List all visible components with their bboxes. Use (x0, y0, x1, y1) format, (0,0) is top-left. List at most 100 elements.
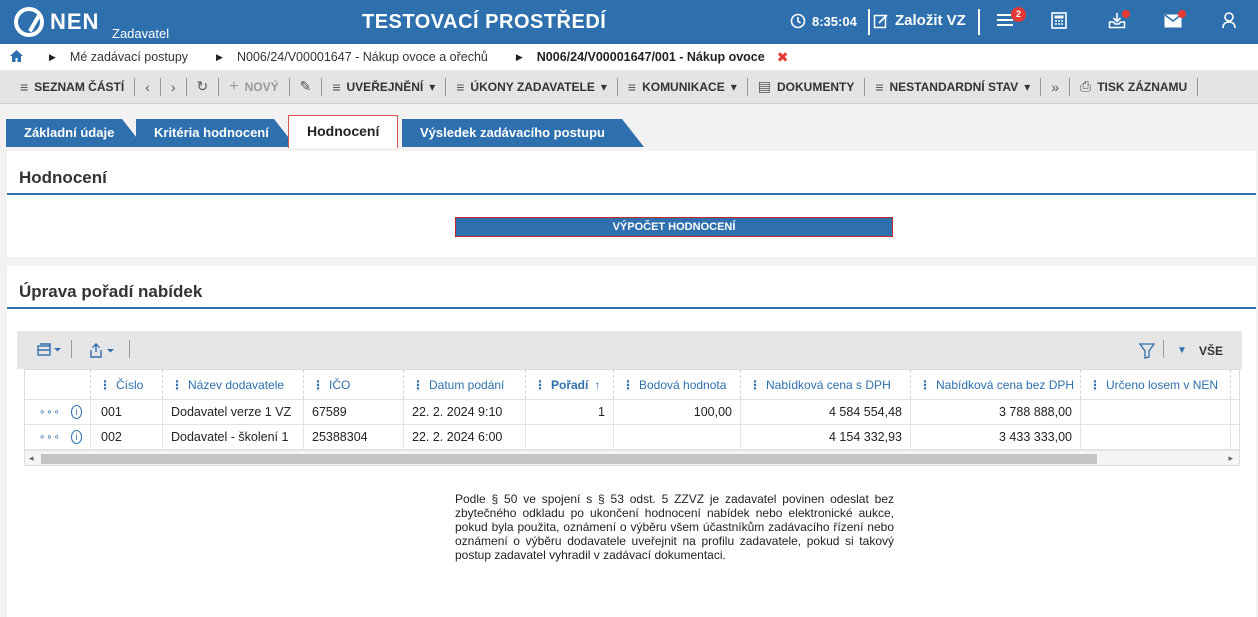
tab-procedure-result[interactable]: Výsledek zadávacího postupu (402, 119, 644, 147)
chevron-right-icon: › (170, 78, 176, 95)
column-header-rank[interactable]: ⋮ Pořadí ↑ (526, 370, 614, 399)
breadcrumb-item-procurement[interactable]: N006/24/V00001647 - Nákup ovoce a ořechů (237, 50, 488, 64)
more-button[interactable]: » (1043, 79, 1067, 95)
cell-rank[interactable] (526, 425, 614, 449)
panel-divider (7, 193, 1256, 195)
scrollbar-thumb[interactable] (41, 454, 1097, 464)
clock-time: 8:35:04 (812, 13, 857, 29)
tab-basic-info[interactable]: Základní údaje (6, 119, 144, 147)
communication-menu[interactable]: ≡ KOMUNIKACE ▾ (620, 79, 745, 95)
tab-evaluation-criteria[interactable]: Kritéria hodnocení (136, 119, 296, 147)
divider (1069, 77, 1071, 96)
divider (746, 77, 748, 96)
dropdown-arrow-icon: ▾ (429, 79, 436, 94)
next-button[interactable]: › (163, 79, 184, 95)
create-vz-button[interactable]: Založit VZ (873, 12, 966, 29)
divider (616, 77, 618, 96)
table-row[interactable]: ∘∘∘ i 002 Dodavatel - školení 1 25388304… (25, 425, 1239, 450)
more-icon[interactable]: ∘∘∘ (39, 432, 61, 443)
offers-table: ⋮ Číslo ⋮ Název dodavatele ⋮ IČO ⋮ Datum pod… (24, 369, 1240, 466)
cell-date: 22. 2. 2024 9:10 (404, 400, 526, 424)
table-header: ⋮ Číslo ⋮ Název dodavatele ⋮ IČO ⋮ Datum pod… (25, 370, 1239, 400)
column-header-score[interactable]: ⋮ Bodová hodnota (614, 370, 741, 399)
filter-dropdown-arrow-icon[interactable]: ▼ (1177, 345, 1187, 356)
chevron-left-icon: ‹ (145, 78, 150, 95)
new-label: NOVÝ (244, 79, 279, 94)
publish-label: UVEŘEJNĚNÍ (346, 79, 424, 94)
info-icon[interactable]: i (70, 430, 82, 444)
divider (1163, 340, 1164, 358)
column-header-price-vat[interactable]: ⋮ Nabídková cena s DPH (741, 370, 911, 399)
export-icon[interactable] (89, 343, 119, 361)
actions-icon: ≡ (332, 78, 341, 95)
actions-icon: ≡ (456, 78, 465, 95)
more-icon[interactable]: ∘∘∘ (39, 407, 61, 418)
legal-notice: Podle § 50 ve spojení s § 53 odst. 5 ZZV… (455, 492, 894, 562)
cell-price-novat: 3 788 888,00 (911, 400, 1081, 424)
cell-rank[interactable]: 1 (526, 400, 614, 424)
nonstandard-state-menu[interactable]: ≡ NESTANDARDNÍ STAV ▾ (867, 79, 1038, 95)
calculate-evaluation-button[interactable]: VÝPOČET HODNOCENÍ (455, 217, 893, 237)
filter-all-label[interactable]: VŠE (1199, 344, 1223, 358)
edit-button[interactable]: ✎ (292, 78, 320, 95)
actions-icon: ≡ (875, 78, 884, 95)
cell-lot (1081, 425, 1231, 449)
tab-evaluation[interactable]: Hodnocení (288, 115, 399, 148)
column-header-number[interactable]: ⋮ Číslo (91, 370, 163, 399)
printer-icon: ⎙ (1080, 78, 1092, 94)
cell-score: 100,00 (614, 400, 741, 424)
column-header-actions (25, 370, 91, 399)
close-icon[interactable]: ✖ (777, 49, 789, 66)
horizontal-scrollbar[interactable]: ◂ ▸ (25, 450, 1239, 465)
authority-actions-menu[interactable]: ≡ ÚKONY ZADAVATELE ▾ (448, 79, 615, 95)
nen-logo[interactable]: NEN (14, 6, 99, 38)
scroll-left-icon[interactable]: ◂ (29, 453, 34, 464)
table-row[interactable]: ∘∘∘ i 001 Dodavatel verze 1 VZ 67589 22.… (25, 400, 1239, 425)
logo-subtitle: Zadavatel (112, 26, 170, 41)
divider (185, 77, 187, 96)
breadcrumb-separator-icon: ▶ (49, 51, 56, 62)
notification-badge: 2 (1011, 7, 1026, 22)
user-icon[interactable] (1222, 12, 1236, 33)
cell-ico: 67589 (304, 400, 404, 424)
breadcrumb-item-my-procedures[interactable]: Mé zadávací postupy (70, 50, 188, 64)
refresh-button[interactable]: ↻ (189, 78, 217, 95)
documents-button[interactable]: ▤ DOKUMENTY (750, 78, 863, 95)
prev-button[interactable]: ‹ (137, 79, 158, 95)
info-icon[interactable]: i (70, 405, 82, 419)
double-chevron-right-icon: » (1051, 78, 1060, 95)
cell-lot (1081, 400, 1231, 424)
create-vz-label: Založit VZ (895, 12, 966, 29)
column-header-lot[interactable]: ⋮ Určeno losem v NEN (1081, 370, 1231, 399)
calculator-icon[interactable] (1051, 12, 1067, 33)
scroll-right-icon[interactable]: ▸ (1228, 453, 1233, 464)
authority-actions-label: ÚKONY ZADAVATELE (470, 79, 595, 94)
part-list-button[interactable]: ≡ SEZNAM ČÁSTÍ (20, 79, 132, 95)
publish-menu[interactable]: ≡ UVEŘEJNĚNÍ ▾ (324, 79, 443, 95)
print-record-button[interactable]: ⎙ TISK ZÁZNAMU (1072, 78, 1195, 95)
home-icon[interactable] (10, 49, 23, 65)
inbox-alert-dot (1122, 10, 1130, 18)
cell-ico: 25388304 (304, 425, 404, 449)
nonstandard-state-label: NESTANDARDNÍ STAV (889, 79, 1019, 94)
sort-ascending-icon: ↑ (594, 377, 601, 392)
communication-label: KOMUNIKACE (642, 79, 725, 94)
column-header-supplier[interactable]: ⋮ Název dodavatele (163, 370, 304, 399)
column-header-ico[interactable]: ⋮ IČO (304, 370, 404, 399)
grid-settings-icon[interactable] (37, 343, 63, 360)
dropdown-arrow-icon: ▾ (600, 79, 607, 94)
mail-alert-dot (1178, 10, 1186, 18)
logo-text: NEN (50, 9, 100, 34)
column-header-price-novat[interactable]: ⋮ Nabídková cena bez DPH (911, 370, 1081, 399)
cell-price-novat: 3 433 333,00 (911, 425, 1081, 449)
filter-icon[interactable] (1138, 343, 1156, 362)
cell-supplier: Dodavatel - školení 1 (163, 425, 304, 449)
new-button[interactable]: + NOVÝ (221, 78, 286, 96)
panel-divider (7, 307, 1256, 309)
breadcrumb: ▶ Mé zadávací postupy ▶ N006/24/V0000164… (0, 44, 1258, 70)
dropdown-arrow-icon: ▾ (730, 79, 737, 94)
divider (134, 77, 136, 96)
column-header-date[interactable]: ⋮ Datum podání (404, 370, 526, 399)
grid-toolbar: ▼ VŠE (17, 331, 1242, 369)
divider (159, 77, 161, 96)
